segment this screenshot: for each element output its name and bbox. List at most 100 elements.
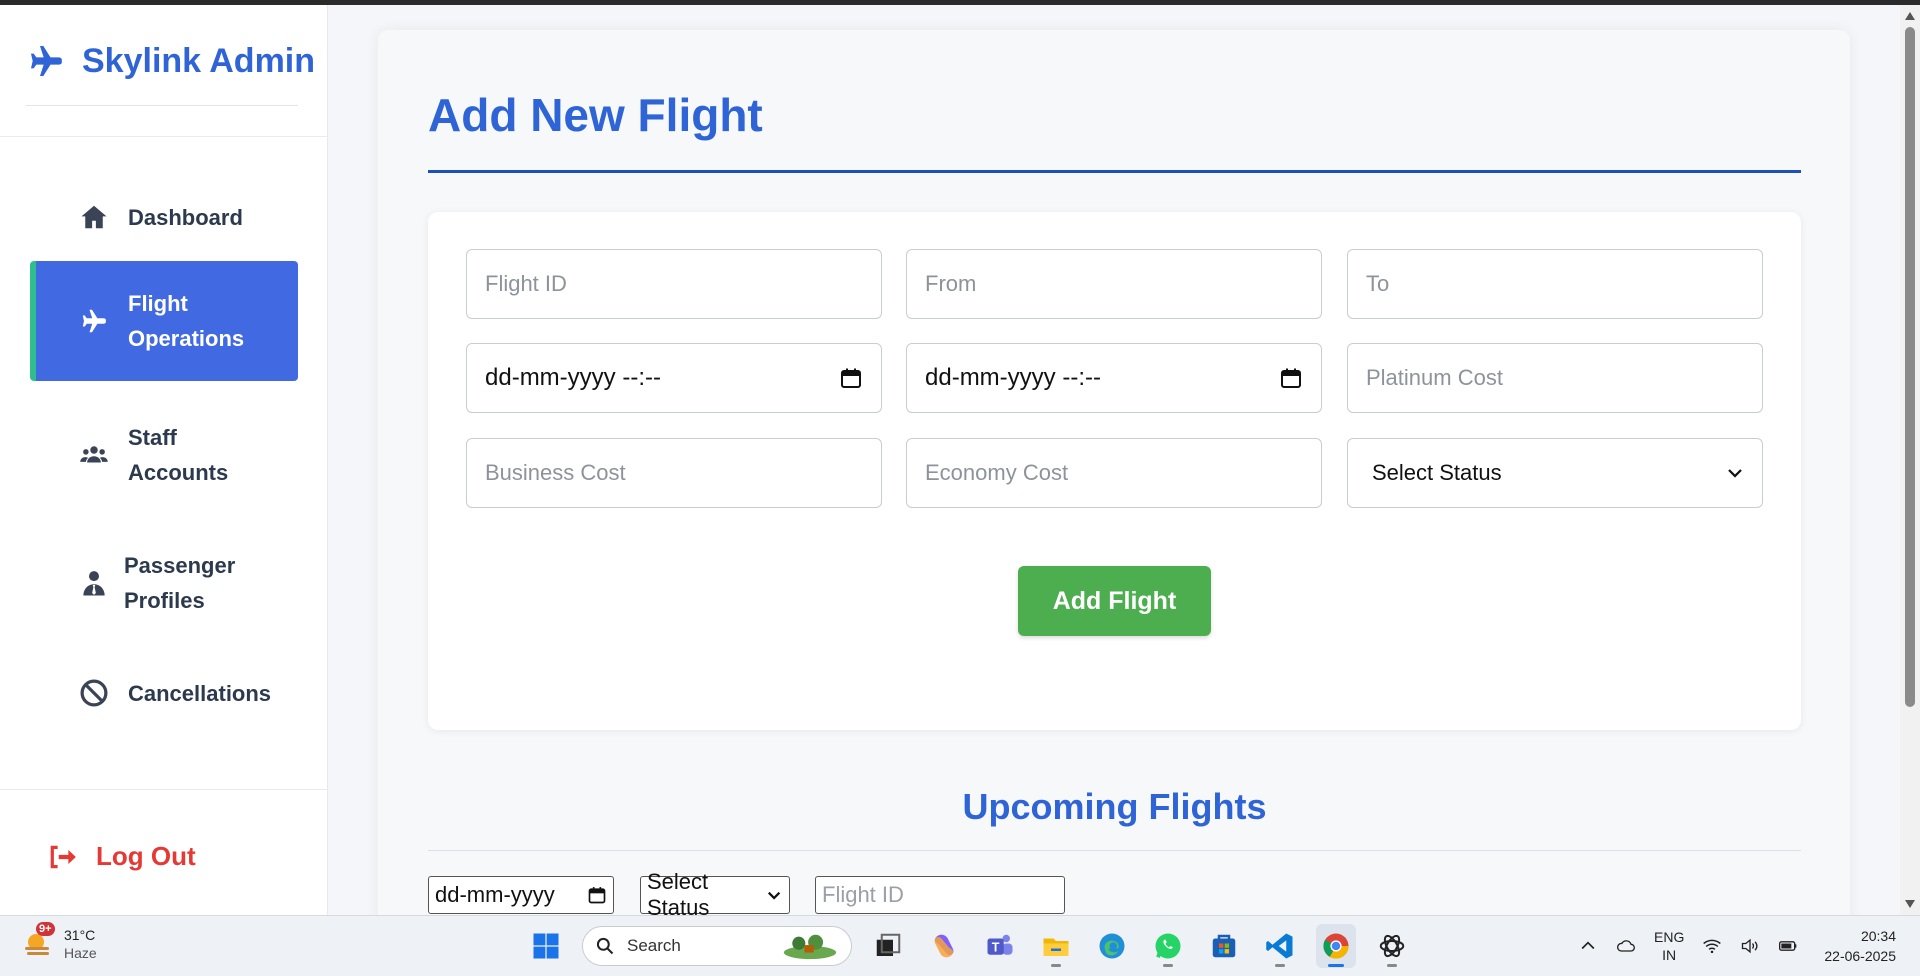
logout-label: Log Out [96, 841, 196, 871]
departure-datetime-value: dd-mm-yyyy --:-- [485, 364, 661, 391]
search-icon [596, 937, 614, 955]
store-icon [1212, 934, 1236, 958]
start-button[interactable] [526, 924, 566, 968]
copilot-icon [934, 934, 954, 958]
clock-date: 22-06-2025 [1824, 948, 1896, 964]
filter-flight-id-input[interactable] [815, 876, 1065, 914]
filter-date-input[interactable]: dd-mm-yyyy [428, 876, 614, 914]
platinum-cost-input[interactable] [1347, 343, 1763, 413]
chevron-up-icon[interactable] [1578, 936, 1598, 956]
scroll-up-arrow-icon[interactable] [1904, 11, 1916, 21]
edge-icon [1099, 933, 1125, 959]
scrollbar-thumb[interactable] [1905, 27, 1915, 707]
volume-icon[interactable] [1740, 936, 1760, 956]
flight-id-input[interactable] [466, 249, 882, 319]
sidebar: Skylink Admin Dashboard Flight Operation… [0, 5, 328, 915]
chrome-icon [1323, 933, 1349, 959]
plane-logo-icon [31, 46, 62, 76]
filter-status-value: Select Status [647, 869, 710, 920]
onedrive-cloud-icon[interactable] [1616, 936, 1636, 956]
sidebar-item-dashboard[interactable]: Dashboard [30, 195, 298, 239]
sidebar-item-label: Passenger Profiles [124, 553, 236, 613]
language-indicator[interactable]: ENG IN [1654, 928, 1684, 964]
language-line2: IN [1662, 947, 1677, 963]
sidebar-item-label: Staff Accounts [128, 425, 229, 485]
chatgpt-icon [1379, 934, 1405, 958]
divider [428, 850, 1801, 851]
filter-status-select[interactable]: Select Status [640, 869, 790, 920]
add-flight-form: dd-mm-yyyy --:-- dd-mm-yyyy --:-- Select… [428, 212, 1801, 730]
system-tray: ENG IN [1578, 928, 1798, 964]
business-cost-input[interactable] [466, 438, 882, 508]
sidebar-item-cancellations[interactable]: Cancellations [30, 671, 298, 715]
brand: Skylink Admin [26, 41, 315, 81]
weather-condition: Haze [64, 945, 97, 961]
arrival-datetime-input[interactable]: dd-mm-yyyy --:-- [906, 343, 1322, 413]
language-line1: ENG [1654, 929, 1685, 945]
edge-app[interactable] [1092, 924, 1132, 968]
teams-app[interactable]: T [980, 924, 1020, 968]
divider [0, 789, 328, 790]
sidebar-item-flight-operations[interactable]: Flight Operations [30, 261, 298, 381]
taskbar-search[interactable]: Search [582, 926, 852, 966]
svg-text:T: T [992, 941, 1000, 955]
taskbar-apps: Search T [526, 924, 1412, 968]
taskbar: 9+ 31°C Haze Search T ENG IN 20:34 22-06… [0, 915, 1920, 976]
page-scrollbar[interactable] [1900, 5, 1920, 915]
chevron-down-icon [1728, 469, 1742, 478]
scroll-down-arrow-icon[interactable] [1904, 899, 1916, 909]
chevron-down-icon [767, 891, 781, 900]
search-highlight-icon [783, 934, 837, 960]
divider [0, 136, 328, 137]
file-explorer-app[interactable] [1036, 924, 1076, 968]
clock[interactable]: 20:34 22-06-2025 [1824, 926, 1896, 966]
title-divider [428, 170, 1801, 173]
battery-icon[interactable] [1778, 936, 1798, 956]
chatgpt-app[interactable] [1372, 924, 1412, 968]
divider [26, 105, 298, 106]
sidebar-item-staff-accounts[interactable]: Staff Accounts [30, 417, 298, 493]
windows-logo-icon [533, 933, 559, 959]
logout-icon [50, 845, 76, 868]
home-icon [78, 201, 110, 233]
add-flight-button[interactable]: Add Flight [1018, 566, 1211, 636]
sidebar-item-label: Flight Operations [128, 291, 245, 351]
logout-button[interactable]: Log Out [48, 841, 196, 872]
calendar-icon[interactable] [587, 885, 607, 905]
sidebar-item-passenger-profiles[interactable]: Passenger Profiles [30, 545, 298, 621]
calendar-icon[interactable] [839, 366, 863, 390]
wifi-icon[interactable] [1702, 936, 1722, 956]
folder-icon [1043, 938, 1069, 956]
departure-datetime-input[interactable]: dd-mm-yyyy --:-- [466, 343, 882, 413]
search-label: Search [627, 936, 681, 955]
clock-time: 20:34 [1860, 928, 1896, 944]
upcoming-flights-title: Upcoming Flights [962, 786, 1267, 827]
status-select-value: Select Status [1372, 460, 1502, 485]
ban-icon [78, 677, 110, 709]
to-input[interactable] [1347, 249, 1763, 319]
page-title: Add New Flight [428, 89, 763, 141]
brand-name: Skylink Admin [82, 41, 316, 80]
store-app[interactable] [1204, 924, 1244, 968]
weather-widget[interactable]: 9+ 31°C Haze [22, 922, 97, 962]
task-view-icon [876, 933, 901, 956]
sidebar-item-label: Cancellations [128, 680, 272, 706]
status-select[interactable]: Select Status [1347, 438, 1763, 508]
vscode-icon [1266, 933, 1293, 959]
weather-temperature: 31°C [64, 927, 96, 943]
filter-date-value: dd-mm-yyyy [435, 882, 555, 907]
arrival-datetime-value: dd-mm-yyyy --:-- [925, 364, 1101, 391]
users-icon [78, 439, 110, 471]
task-view-button[interactable] [868, 924, 908, 968]
whatsapp-app[interactable] [1148, 924, 1188, 968]
copilot-app[interactable] [924, 924, 964, 968]
user-tie-icon [78, 567, 110, 599]
chrome-app[interactable] [1316, 924, 1356, 968]
whatsapp-icon [1155, 933, 1181, 959]
from-input[interactable] [906, 249, 1322, 319]
notification-badge: 9+ [36, 922, 55, 936]
economy-cost-input[interactable] [906, 438, 1322, 508]
plane-icon [78, 305, 110, 337]
calendar-icon[interactable] [1279, 366, 1303, 390]
vscode-app[interactable] [1260, 924, 1300, 968]
